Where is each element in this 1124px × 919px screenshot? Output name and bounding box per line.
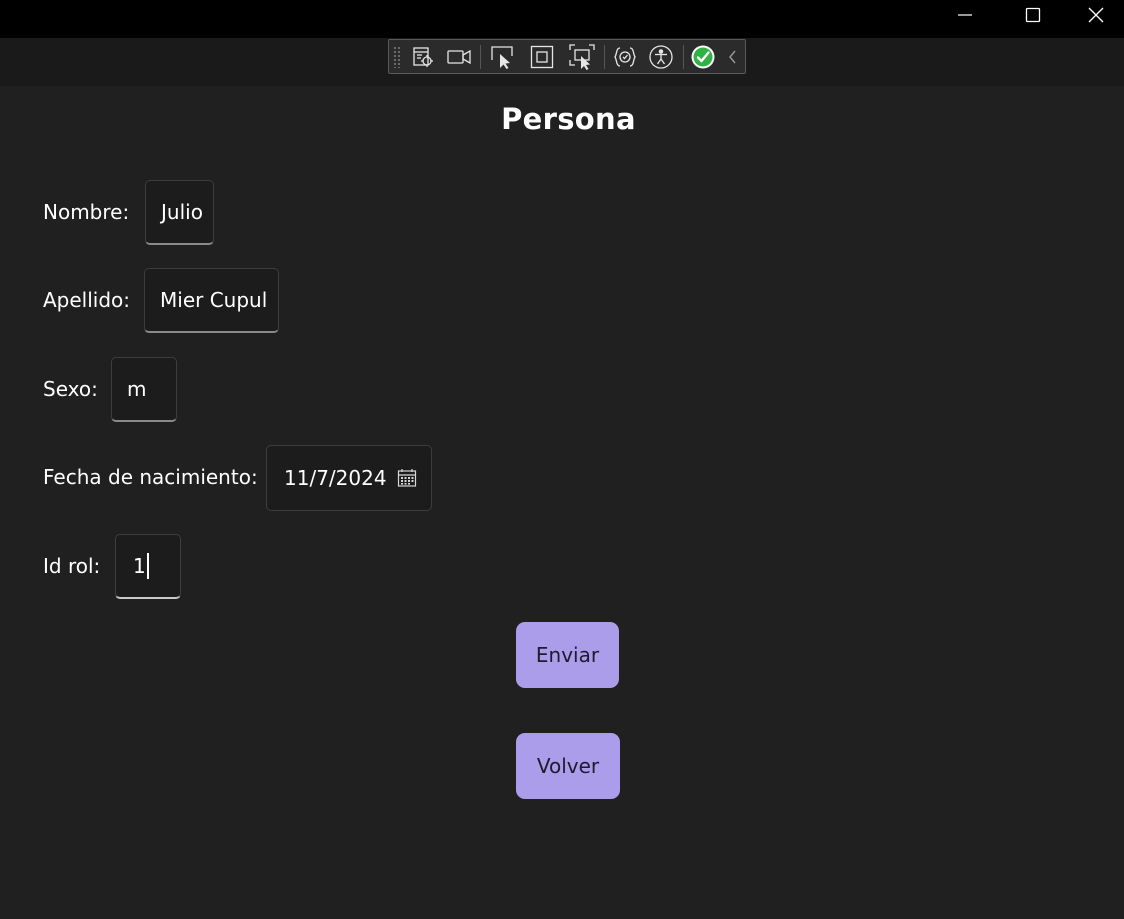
display-layout-adorners-icon (530, 45, 554, 69)
accessibility-button[interactable] (646, 43, 676, 71)
text-caret (146, 553, 149, 579)
track-focus-button[interactable] (567, 43, 597, 71)
nombre-input[interactable]: Julio (145, 180, 214, 245)
display-layout-adorners-button[interactable] (527, 43, 557, 71)
volver-button[interactable]: Volver (516, 733, 620, 799)
nombre-value: Julio (161, 200, 203, 224)
live-visual-tree-icon (413, 47, 433, 67)
toolbar-separator (683, 45, 684, 69)
maximize-button[interactable] (999, 0, 1067, 30)
sexo-value: m (127, 377, 147, 401)
minimize-button[interactable] (931, 0, 999, 30)
record-icon (447, 49, 471, 65)
page-title: Persona (501, 102, 636, 136)
toolbar-grip[interactable] (393, 46, 401, 68)
app-window: Persona Nombre: Julio Apellido: Mier Cup… (0, 0, 1124, 919)
id-rol-label: Id rol: (43, 554, 101, 578)
minimize-icon (958, 14, 972, 16)
status-check-button[interactable] (688, 43, 718, 71)
live-visual-tree-button[interactable] (408, 43, 438, 71)
track-focus-icon (569, 44, 595, 70)
fecha-nacimiento-datepicker[interactable]: 11/7/2024 (266, 445, 432, 511)
maximize-icon (1025, 7, 1041, 23)
fecha-nacimiento-label: Fecha de nacimiento: (43, 465, 258, 489)
apellido-input[interactable]: Mier Cupul (144, 268, 279, 333)
apellido-value: Mier Cupul (160, 288, 268, 312)
xaml-debug-toolbar (388, 39, 746, 74)
title-bar (0, 0, 1124, 38)
collapse-chevron-icon (729, 50, 736, 64)
toolbar-separator (480, 45, 481, 69)
toolbar-separator (604, 45, 605, 69)
collapse-toolbar-button[interactable] (721, 43, 745, 71)
calendar-icon (397, 469, 417, 487)
select-element-button[interactable] (487, 43, 517, 71)
nombre-label: Nombre: (43, 200, 130, 224)
fecha-nacimiento-value: 11/7/2024 (284, 466, 387, 490)
id-rol-value: 1 (133, 554, 146, 578)
sexo-label: Sexo: (43, 377, 98, 401)
id-rol-input[interactable]: 1 (115, 534, 181, 599)
record-button[interactable] (444, 43, 474, 71)
close-button[interactable] (1068, 0, 1124, 30)
apellido-label: Apellido: (43, 288, 131, 312)
select-element-icon (491, 46, 513, 69)
check-status-icon (691, 45, 715, 69)
binding-failures-button[interactable] (610, 43, 640, 71)
binding-failures-icon (614, 47, 636, 67)
close-icon (1088, 7, 1104, 23)
enviar-button[interactable]: Enviar (516, 622, 619, 688)
accessibility-icon (649, 45, 673, 69)
sexo-input[interactable]: m (111, 357, 177, 422)
